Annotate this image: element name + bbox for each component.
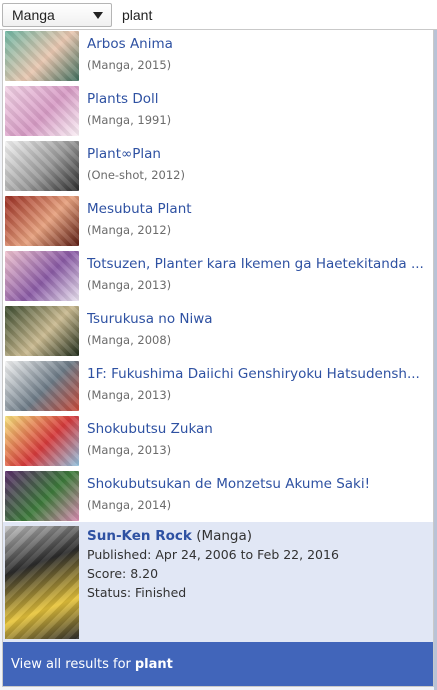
result-info: Plant∞Plan (One-shot, 2012): [79, 140, 425, 182]
featured-title-line: Sun-Ken Rock (Manga): [87, 528, 339, 545]
search-results-dropdown: Arbos Anima (Manga, 2015) Plants Doll (Mang…: [2, 30, 434, 687]
search-bar: Manga: [0, 0, 437, 30]
result-cover-image[interactable]: [5, 471, 79, 521]
result-cover-image[interactable]: [5, 361, 79, 411]
chevron-down-icon: [93, 12, 103, 19]
result-title[interactable]: Shokubutsukan de Monzetsu Akume Saki!: [87, 476, 425, 493]
result-item[interactable]: Plant∞Plan (One-shot, 2012): [3, 140, 433, 195]
result-meta: (Manga, 2012): [87, 223, 172, 237]
result-item[interactable]: Totsuzen, Planter kara Ikemen ga Haeteki…: [3, 250, 433, 305]
view-all-results-button[interactable]: View all results for plant: [3, 642, 433, 686]
result-info: Arbos Anima (Manga, 2015): [79, 30, 425, 72]
result-cover-image[interactable]: [5, 31, 79, 81]
results-list: Arbos Anima (Manga, 2015) Plants Doll (Mang…: [3, 30, 433, 525]
result-item[interactable]: 1F: Fukushima Daiichi Genshiryoku Hatsud…: [3, 360, 433, 415]
result-item[interactable]: Plants Doll (Manga, 1991): [3, 85, 433, 140]
result-title[interactable]: Totsuzen, Planter kara Ikemen ga Haeteki…: [87, 256, 425, 273]
search-type-select[interactable]: Manga: [2, 3, 112, 27]
result-cover-image[interactable]: [5, 86, 79, 136]
result-meta: (Manga, 2015): [87, 58, 172, 72]
result-info: Shokubutsukan de Monzetsu Akume Saki! (Ma…: [79, 470, 425, 512]
featured-score: Score: 8.20: [87, 566, 159, 581]
result-meta: (Manga, 2013): [87, 443, 172, 457]
result-cover-image[interactable]: [5, 141, 79, 191]
featured-published: Published: Apr 24, 2006 to Feb 22, 2016: [87, 547, 339, 562]
view-all-query: plant: [134, 656, 173, 672]
result-title[interactable]: Plant∞Plan: [87, 146, 425, 163]
result-title[interactable]: Plants Doll: [87, 91, 425, 108]
featured-cover-image[interactable]: [5, 526, 79, 639]
result-meta: (Manga, 2013): [87, 278, 172, 292]
result-meta: (Manga, 1991): [87, 113, 172, 127]
view-all-label: View all results for: [11, 656, 131, 672]
result-item[interactable]: Shokubutsukan de Monzetsu Akume Saki! (Ma…: [3, 470, 433, 525]
result-info: Totsuzen, Planter kara Ikemen ga Haeteki…: [79, 250, 425, 292]
result-cover-image[interactable]: [5, 306, 79, 356]
result-cover-image[interactable]: [5, 251, 79, 301]
result-meta: (One-shot, 2012): [87, 168, 185, 182]
result-meta: (Manga, 2014): [87, 498, 172, 512]
featured-result[interactable]: Sun-Ken Rock (Manga) Published: Apr 24, …: [3, 522, 433, 643]
result-item[interactable]: Tsurukusa no Niwa (Manga, 2008): [3, 305, 433, 360]
result-info: Tsurukusa no Niwa (Manga, 2008): [79, 305, 425, 347]
search-input[interactable]: [116, 3, 434, 27]
result-title[interactable]: Tsurukusa no Niwa: [87, 311, 425, 328]
result-title[interactable]: Mesubuta Plant: [87, 201, 425, 218]
result-title[interactable]: 1F: Fukushima Daiichi Genshiryoku Hatsud…: [87, 366, 425, 383]
featured-type: (Manga): [196, 528, 253, 544]
result-info: Mesubuta Plant (Manga, 2012): [79, 195, 425, 237]
result-info: Shokubutsu Zukan (Manga, 2013): [79, 415, 425, 457]
result-item[interactable]: Mesubuta Plant (Manga, 2012): [3, 195, 433, 250]
result-title[interactable]: Shokubutsu Zukan: [87, 421, 425, 438]
result-info: Plants Doll (Manga, 1991): [79, 85, 425, 127]
result-meta: (Manga, 2008): [87, 333, 172, 347]
featured-title[interactable]: Sun-Ken Rock: [87, 528, 192, 544]
result-title[interactable]: Arbos Anima: [87, 36, 425, 53]
featured-status: Status: Finished: [87, 585, 187, 600]
search-type-value: Manga: [12, 7, 55, 23]
result-cover-image[interactable]: [5, 416, 79, 466]
result-cover-image[interactable]: [5, 196, 79, 246]
result-item[interactable]: Shokubutsu Zukan (Manga, 2013): [3, 415, 433, 470]
result-meta: (Manga, 2013): [87, 388, 172, 402]
result-info: 1F: Fukushima Daiichi Genshiryoku Hatsud…: [79, 360, 425, 402]
result-item[interactable]: Arbos Anima (Manga, 2015): [3, 30, 433, 85]
